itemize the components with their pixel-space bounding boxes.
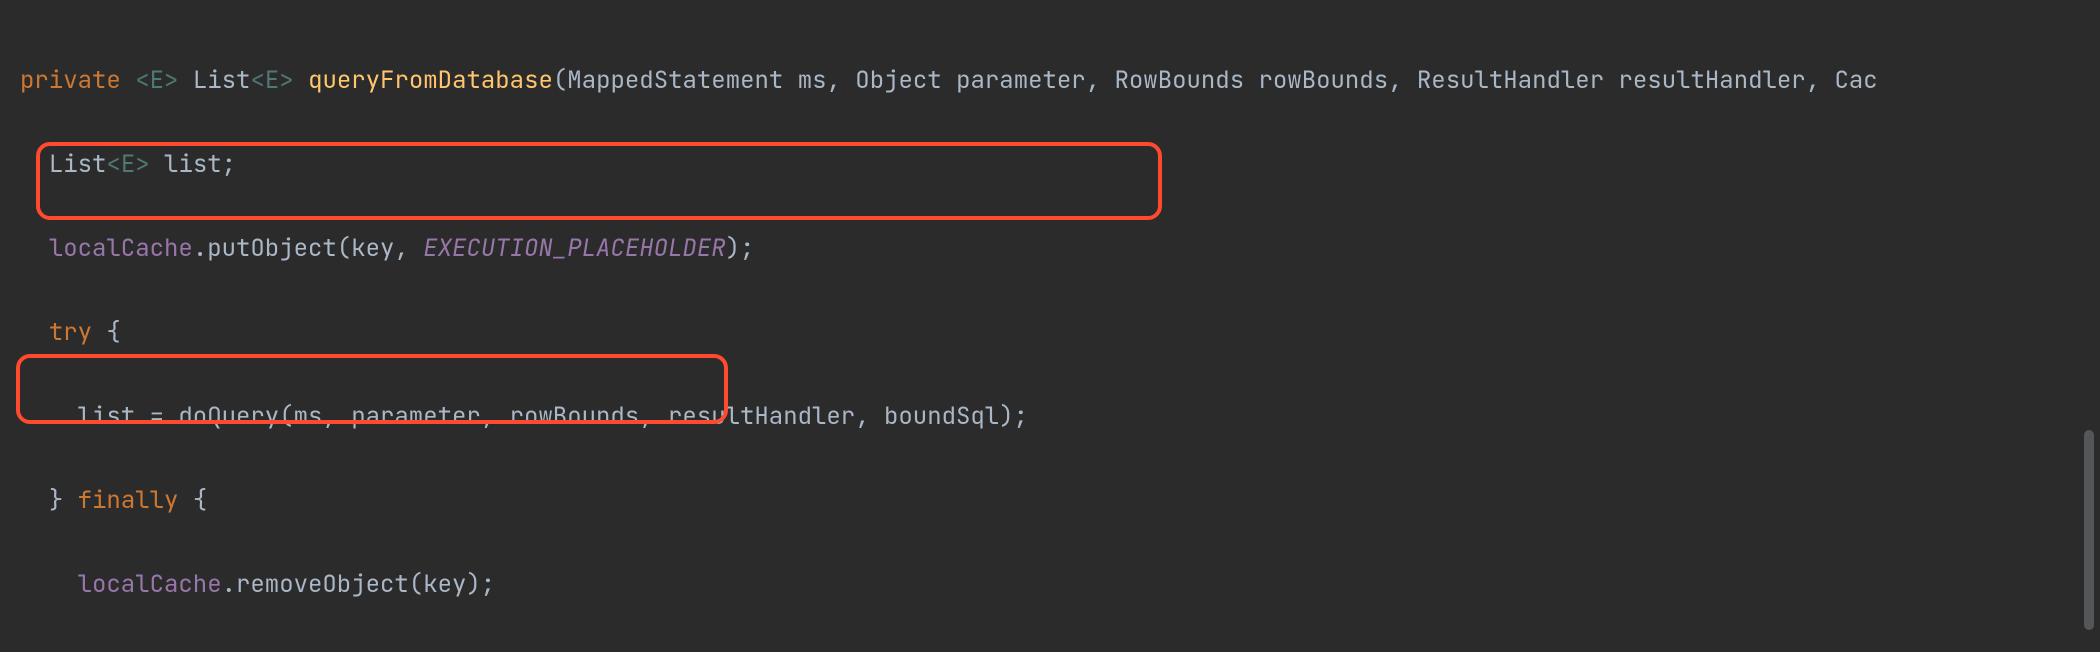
code-line: localCache.removeObject(key); (20, 564, 1878, 606)
brace: } (49, 485, 78, 516)
params: (MappedStatement ms, Object parameter, R… (553, 65, 1878, 96)
generic-param: E (150, 65, 164, 96)
code-line: } finally { (20, 480, 1878, 522)
field-localcache: localCache (78, 569, 222, 600)
method-name: queryFromDatabase (308, 65, 553, 96)
code-line: private <E> List<E> queryFromDatabase(Ma… (20, 60, 1878, 102)
code-line: } (20, 648, 1878, 652)
keyword-private: private (20, 65, 121, 96)
generic-bracket: > (135, 149, 149, 180)
generic-bracket: > (279, 65, 293, 96)
type-list: List (193, 65, 251, 96)
code-editor[interactable]: private <E> List<E> queryFromDatabase(Ma… (20, 18, 1878, 652)
generic-bracket: < (106, 149, 120, 180)
code-text: .removeObject(key); (222, 569, 496, 600)
code-line: try { (20, 312, 1878, 354)
generic-param: E (121, 149, 135, 180)
code-text: list; (150, 149, 236, 180)
code-text: list = doQuery(ms, parameter, rowBounds,… (78, 401, 1028, 432)
code-line: localCache.putObject(key, EXECUTION_PLAC… (20, 228, 1878, 270)
code-text: .putObject(key, (193, 233, 423, 264)
scrollbar-track[interactable] (2082, 0, 2096, 652)
generic-param: E (265, 65, 279, 96)
scrollbar-thumb[interactable] (2084, 430, 2094, 630)
constant-placeholder: EXECUTION_PLACEHOLDER (423, 233, 725, 264)
generic-bracket: > (164, 65, 178, 96)
keyword-finally: finally (78, 485, 179, 516)
code-line: list = doQuery(ms, parameter, rowBounds,… (20, 396, 1878, 438)
generic-bracket: < (250, 65, 264, 96)
code-text: ); (726, 233, 755, 264)
keyword-try: try (49, 317, 92, 348)
type-list: List (49, 149, 107, 180)
brace: { (92, 317, 121, 348)
code-line: List<E> list; (20, 144, 1878, 186)
brace: { (178, 485, 207, 516)
field-localcache: localCache (49, 233, 193, 264)
generic-bracket: < (135, 65, 149, 96)
